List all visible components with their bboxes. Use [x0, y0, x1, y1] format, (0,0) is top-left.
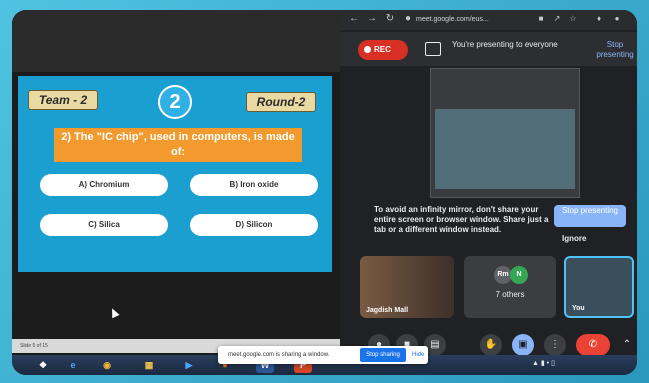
chrome-icon[interactable]: ◉: [98, 357, 116, 373]
rec-label: REC: [374, 45, 391, 54]
lock-icon: ●: [404, 13, 412, 24]
sharing-notification: meet.google.com is sharing a window. Sto…: [218, 346, 428, 364]
reload-icon[interactable]: ↻: [384, 13, 396, 25]
hide-button[interactable]: Hide: [412, 346, 424, 364]
others-count: 7 others: [495, 290, 525, 299]
avatar: N: [510, 266, 528, 284]
participant-name: Jagdish Mall: [366, 307, 409, 314]
internet-explorer-icon[interactable]: e: [64, 357, 82, 373]
record-icon: [364, 46, 371, 54]
end-call-icon[interactable]: ✆: [576, 334, 610, 356]
question-number-badge: 2: [158, 85, 192, 119]
more-options-icon[interactable]: ⋮: [544, 334, 566, 356]
photo-frame: Team - 2 2 Round-2 2) The "IC chip", use…: [0, 0, 649, 383]
presenting-text: You're presenting to everyone: [452, 40, 558, 49]
star-icon[interactable]: ☆: [568, 14, 578, 24]
self-tile[interactable]: You: [564, 256, 634, 318]
option-c: C) Silica: [40, 214, 168, 236]
presentation-toolbar: [12, 10, 340, 72]
stop-sharing-button[interactable]: Stop sharing: [360, 348, 406, 362]
extensions-icon[interactable]: ♦: [594, 14, 604, 24]
presentation-window: Team - 2 2 Round-2 2) The "IC chip", use…: [12, 10, 340, 375]
option-d: D) Silicon: [190, 214, 318, 236]
system-tray: ▲ ▮ • ▯: [532, 360, 555, 367]
rec-badge: REC: [358, 40, 408, 60]
present-now-icon[interactable]: ▣: [512, 334, 534, 356]
file-explorer-icon[interactable]: ▦: [140, 357, 158, 373]
infinity-mirror-warning: To avoid an infinity mirror, don't share…: [374, 205, 549, 234]
question-text: 2) The "IC chip", used in computers, is …: [54, 128, 302, 162]
chevron-up-icon[interactable]: ⌃: [616, 334, 637, 356]
address-bar[interactable]: meet.google.com/eus...: [416, 14, 526, 26]
ignore-button[interactable]: Ignore: [562, 234, 602, 243]
infinity-mirror-preview: [430, 68, 580, 198]
mirrored-slide: [435, 109, 575, 189]
media-player-icon[interactable]: ▶: [180, 357, 198, 373]
start-icon[interactable]: ❖: [34, 357, 52, 373]
mouse-cursor-icon: [108, 306, 120, 319]
screen-photo: Team - 2 2 Round-2 2) The "IC chip", use…: [12, 10, 637, 375]
team-label: Team - 2: [28, 90, 98, 110]
round-label: Round-2: [246, 92, 316, 112]
share-icon[interactable]: ↗: [552, 14, 562, 24]
camera-icon[interactable]: ■: [536, 14, 546, 24]
stop-presenting-button[interactable]: Stop presenting: [554, 205, 626, 227]
browser-window: ← → ↻ ● meet.google.com/eus... ■ ↗ ☆ ♦ ●…: [340, 10, 637, 375]
option-a: A) Chromium: [40, 174, 168, 196]
browser-toolbar: ← → ↻ ● meet.google.com/eus... ■ ↗ ☆ ♦ ●: [340, 10, 637, 30]
sharing-text: meet.google.com is sharing a window.: [228, 352, 330, 358]
forward-icon[interactable]: →: [366, 13, 378, 25]
profile-icon[interactable]: ●: [612, 14, 622, 24]
raise-hand-icon[interactable]: ✋: [480, 334, 502, 356]
back-icon[interactable]: ←: [348, 13, 360, 25]
present-screen-icon: [425, 42, 441, 56]
participant-tile[interactable]: Jagdish Mall: [360, 256, 454, 318]
quiz-slide: Team - 2 2 Round-2 2) The "IC chip", use…: [18, 76, 332, 272]
option-b: B) Iron oxide: [190, 174, 318, 196]
stop-presenting-link[interactable]: Stop presenting: [590, 40, 637, 60]
participant-tile-others[interactable]: Rm N 7 others: [464, 256, 556, 318]
self-name: You: [572, 305, 585, 312]
